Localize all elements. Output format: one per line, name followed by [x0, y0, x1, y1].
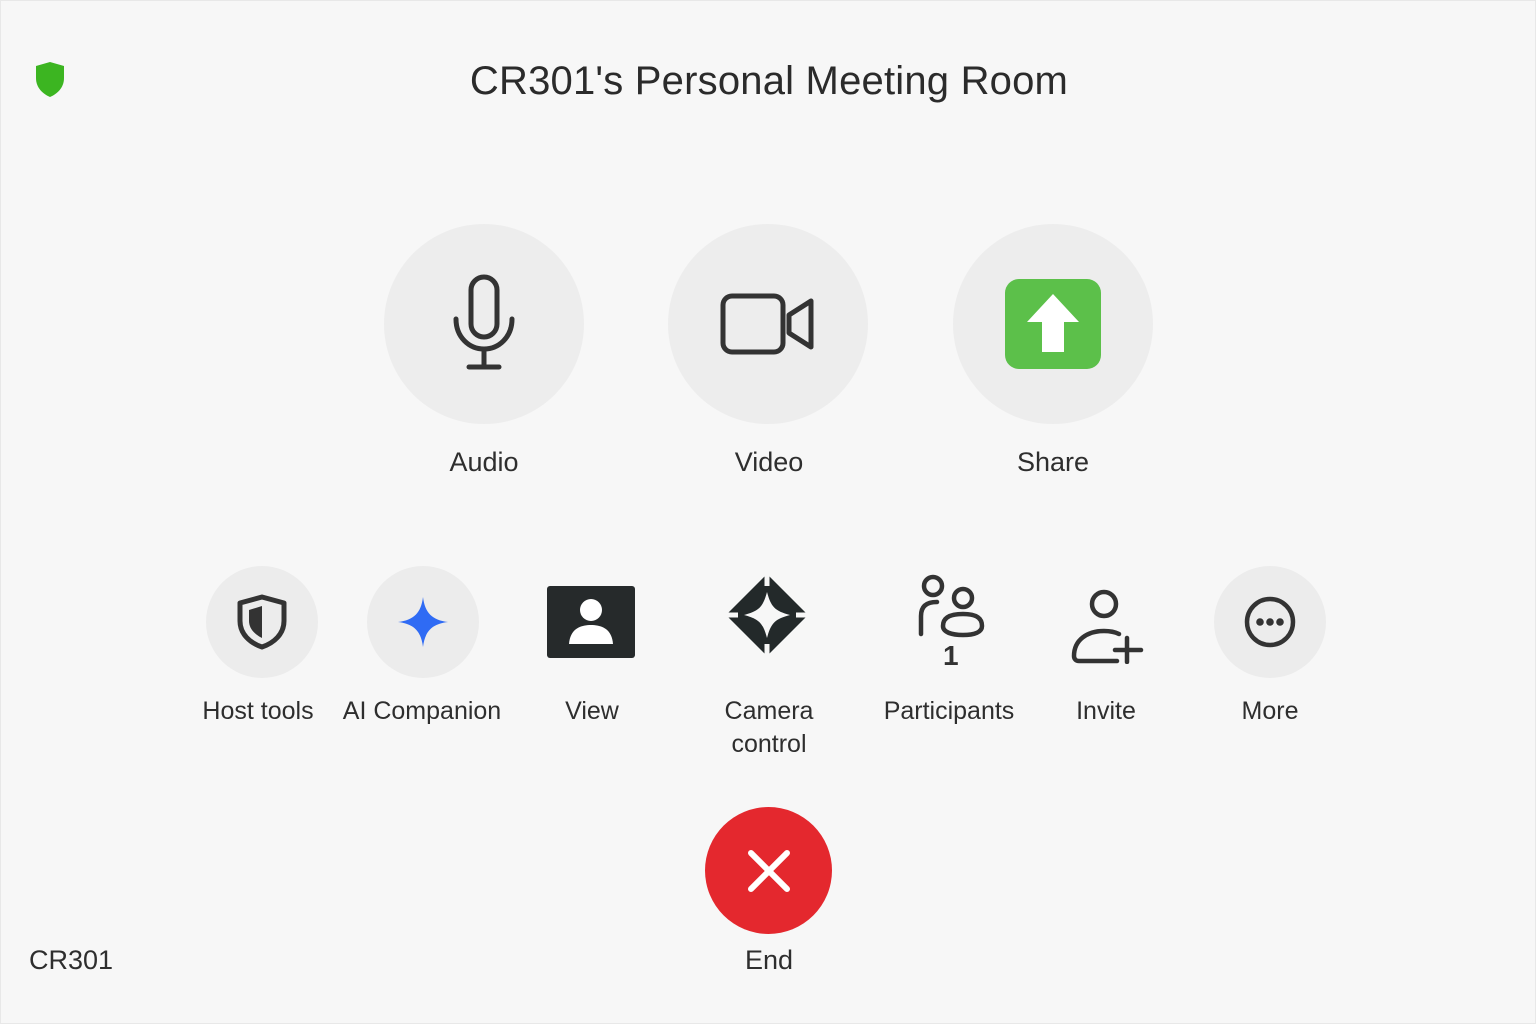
- close-icon: [747, 849, 790, 892]
- end-button[interactable]: [705, 807, 832, 934]
- share-label: Share: [1016, 447, 1090, 477]
- camera-control-icon: [726, 574, 808, 656]
- invite-button[interactable]: [1051, 566, 1163, 678]
- view-label: View: [565, 697, 619, 725]
- participants-button[interactable]: 1: [895, 566, 1007, 678]
- ai-sparkle-icon: [398, 597, 448, 647]
- ai-companion-button[interactable]: [367, 566, 479, 678]
- share-screen-icon: [1005, 279, 1101, 369]
- camera-control-button[interactable]: [711, 559, 823, 671]
- view-icon: [547, 586, 635, 658]
- video-label: Video: [734, 447, 804, 477]
- audio-label: Audio: [449, 447, 519, 477]
- meeting-window: CR301's Personal Meeting Room Audio Vide…: [0, 0, 1536, 1024]
- end-label: End: [744, 945, 794, 975]
- video-camera-icon: [720, 293, 814, 355]
- participant-count: 1: [943, 640, 959, 671]
- more-button[interactable]: [1214, 566, 1326, 678]
- view-button[interactable]: [535, 566, 647, 678]
- microphone-icon: [453, 274, 515, 370]
- more-label: More: [1241, 697, 1299, 725]
- page-title: CR301's Personal Meeting Room: [469, 59, 1069, 103]
- share-button[interactable]: [953, 224, 1153, 424]
- room-name: CR301: [29, 945, 114, 975]
- host-tools-button[interactable]: [206, 566, 318, 678]
- camera-control-label: Camera control: [724, 697, 814, 758]
- audio-button[interactable]: [384, 224, 584, 424]
- video-button[interactable]: [668, 224, 868, 424]
- more-icon: [1244, 596, 1296, 648]
- invite-icon: [1071, 589, 1144, 664]
- host-tools-shield-icon: [237, 594, 287, 650]
